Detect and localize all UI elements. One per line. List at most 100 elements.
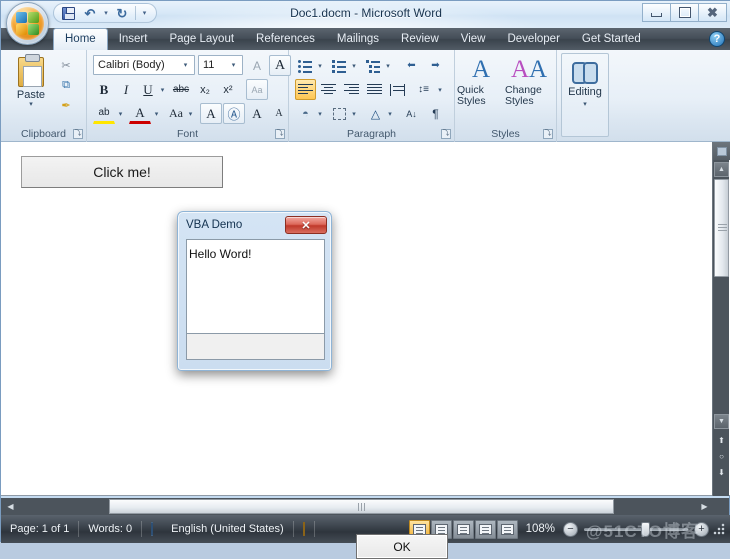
tab-page-layout[interactable]: Page Layout: [158, 29, 245, 50]
grow-font-icon[interactable]: A: [246, 103, 268, 124]
quick-styles-button[interactable]: A Quick Styles: [457, 55, 505, 119]
asian-layout-caret-icon[interactable]: ▾: [385, 103, 395, 124]
vertical-scrollbar[interactable]: ▲ ▼ ⬆ ○ ⬇: [712, 142, 730, 496]
font-size-combo[interactable]: 11 ▾: [198, 55, 243, 75]
bold-icon[interactable]: B: [93, 79, 115, 100]
undo-icon[interactable]: ↶: [80, 5, 100, 22]
view-ruler-icon[interactable]: [713, 142, 730, 160]
next-page-icon[interactable]: ⬇: [715, 466, 728, 479]
previous-page-icon[interactable]: ⬆: [715, 434, 728, 447]
align-left-icon[interactable]: [295, 79, 316, 100]
zoom-slider-handle[interactable]: [641, 521, 650, 537]
tab-references[interactable]: References: [245, 29, 326, 50]
subscript-icon[interactable]: x₂: [194, 79, 216, 100]
zoom-slider[interactable]: [584, 521, 688, 537]
tab-get-started[interactable]: Get Started: [571, 29, 652, 50]
change-styles-button[interactable]: AA Change Styles: [505, 55, 553, 119]
line-spacing-caret-icon[interactable]: ▾: [435, 79, 445, 100]
font-color-caret-icon[interactable]: ▾: [151, 103, 162, 124]
font-dialog-launcher[interactable]: ⤵: [275, 129, 285, 139]
save-icon[interactable]: [58, 5, 78, 22]
zoom-out-button[interactable]: −: [563, 521, 578, 537]
bullets-caret-icon[interactable]: ▾: [315, 55, 325, 76]
bullets-icon[interactable]: [295, 55, 316, 76]
copy-icon[interactable]: ⧉: [57, 76, 75, 94]
highlight-caret-icon[interactable]: ▾: [115, 103, 126, 124]
superscript-icon[interactable]: x²: [217, 79, 239, 100]
zoom-level-label[interactable]: 108%: [518, 523, 563, 535]
underline-caret-icon[interactable]: ▾: [157, 79, 168, 100]
borders-caret-icon[interactable]: ▾: [349, 103, 359, 124]
decrease-indent-icon[interactable]: ⬅: [401, 55, 422, 76]
format-painter-icon[interactable]: ✒: [57, 96, 75, 114]
macro-recording-icon[interactable]: [294, 520, 314, 538]
close-button[interactable]: ✖: [698, 3, 727, 22]
line-spacing-icon[interactable]: ↕≡: [413, 79, 434, 100]
paste-button[interactable]: Paste ▾: [11, 54, 51, 120]
customize-qat-icon[interactable]: ▾: [139, 5, 150, 22]
word-count[interactable]: Words: 0: [79, 520, 141, 538]
view-outline-button[interactable]: [474, 519, 496, 539]
paragraph-dialog-launcher[interactable]: ⤵: [441, 129, 451, 139]
strikethrough-icon[interactable]: abc: [170, 79, 192, 100]
scroll-down-button[interactable]: ▼: [714, 414, 729, 429]
window-resize-grip[interactable]: [713, 522, 727, 536]
clear-formatting-icon[interactable]: A: [246, 55, 268, 76]
minimize-button[interactable]: [642, 3, 671, 22]
borders-icon[interactable]: [329, 103, 350, 124]
proofing-status-icon[interactable]: [142, 520, 162, 538]
shrink-font-icon[interactable]: A: [268, 103, 290, 124]
dialog-close-button[interactable]: ✕: [285, 216, 327, 234]
increase-indent-icon[interactable]: ➡: [425, 55, 446, 76]
asian-layout-icon[interactable]: △: [365, 103, 386, 124]
language-indicator[interactable]: English (United States): [162, 520, 293, 538]
character-border-icon[interactable]: A: [200, 103, 222, 124]
font-name-combo[interactable]: Calibri (Body) ▾: [93, 55, 195, 75]
tab-insert[interactable]: Insert: [108, 29, 159, 50]
maximize-button[interactable]: [670, 3, 699, 22]
styles-dialog-launcher[interactable]: ⤵: [543, 129, 553, 139]
numbering-icon[interactable]: [329, 55, 350, 76]
document-canvas[interactable]: Click me!: [1, 142, 730, 496]
change-case-caret-icon[interactable]: ▾: [185, 103, 196, 124]
sort-icon[interactable]: A↓: [401, 103, 422, 124]
redo-icon[interactable]: ↻: [112, 5, 132, 22]
page-indicator[interactable]: Page: 1 of 1: [1, 520, 78, 538]
dialog-ok-button[interactable]: OK: [356, 534, 448, 559]
distributed-icon[interactable]: [387, 79, 408, 100]
phonetic-guide-icon[interactable]: A: [269, 55, 291, 76]
underline-icon[interactable]: U: [137, 79, 159, 100]
view-draft-button[interactable]: [496, 519, 518, 539]
change-case-icon[interactable]: Aa: [165, 103, 187, 124]
clipboard-dialog-launcher[interactable]: ⤵: [73, 129, 83, 139]
horizontal-scrollbar[interactable]: ◀ ▶: [1, 498, 714, 515]
scroll-left-button[interactable]: ◀: [3, 499, 18, 514]
undo-dropdown-icon[interactable]: ▾: [102, 5, 110, 22]
scroll-right-button[interactable]: ▶: [697, 499, 712, 514]
select-browse-object-icon[interactable]: ○: [715, 450, 728, 463]
cut-icon[interactable]: ✂: [57, 56, 75, 74]
tab-review[interactable]: Review: [390, 29, 450, 50]
tab-developer[interactable]: Developer: [496, 29, 570, 50]
show-formatting-marks-icon[interactable]: ¶: [425, 103, 446, 124]
help-icon[interactable]: ?: [709, 31, 725, 47]
italic-icon[interactable]: I: [115, 79, 137, 100]
office-button[interactable]: [6, 2, 49, 45]
scroll-up-button[interactable]: ▲: [714, 162, 729, 177]
align-center-icon[interactable]: [318, 79, 339, 100]
multilevel-list-icon[interactable]: [363, 55, 384, 76]
enclose-characters-icon[interactable]: Ⓐ: [223, 103, 245, 124]
view-web-layout-button[interactable]: [452, 519, 474, 539]
align-right-icon[interactable]: [341, 79, 362, 100]
horizontal-scrollbar-thumb[interactable]: [109, 499, 614, 514]
vertical-scrollbar-thumb[interactable]: [714, 179, 729, 277]
click-me-button[interactable]: Click me!: [21, 156, 223, 188]
shading-caret-icon[interactable]: ▾: [315, 103, 325, 124]
character-shading-icon[interactable]: Aa: [246, 79, 268, 100]
tab-view[interactable]: View: [450, 29, 497, 50]
numbering-caret-icon[interactable]: ▾: [349, 55, 359, 76]
text-highlight-color-icon[interactable]: ab: [93, 103, 115, 124]
zoom-in-button[interactable]: +: [694, 521, 709, 537]
multilevel-caret-icon[interactable]: ▾: [383, 55, 393, 76]
tab-mailings[interactable]: Mailings: [326, 29, 390, 50]
